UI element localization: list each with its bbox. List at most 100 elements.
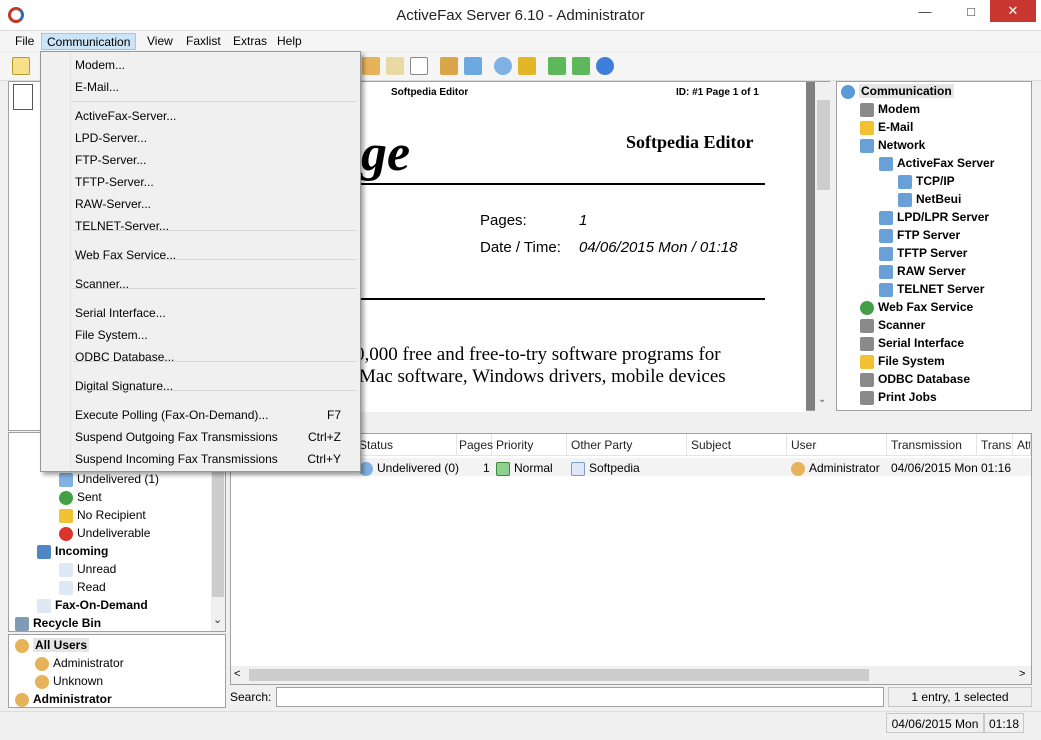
- tree-node-icon: [879, 228, 893, 243]
- menu-item-file-system[interactable]: File System...: [75, 324, 355, 346]
- folder-undeliverable[interactable]: Undeliverable: [59, 524, 150, 542]
- scroll-right-icon[interactable]: >: [1019, 668, 1025, 680]
- tree-item-network[interactable]: Network: [860, 136, 925, 154]
- tree-item-activefax-server[interactable]: ActiveFax Server: [879, 154, 994, 172]
- scroll-thumb[interactable]: [249, 669, 869, 681]
- tree-node-icon: [860, 102, 874, 117]
- menu-view[interactable]: View: [142, 33, 178, 50]
- scroll-thumb[interactable]: [817, 100, 830, 190]
- col-user[interactable]: User: [787, 434, 887, 456]
- book-icon[interactable]: [386, 57, 404, 75]
- key-icon[interactable]: [518, 57, 536, 75]
- menu-communication[interactable]: Communication: [41, 33, 137, 50]
- tree-item-tcp-ip[interactable]: TCP/IP: [898, 172, 955, 190]
- col-status[interactable]: Status: [355, 434, 457, 456]
- tree-item-communication[interactable]: Communication: [841, 82, 954, 100]
- tree-item-tftp-server[interactable]: TFTP Server: [879, 244, 967, 262]
- menu-item-e-mail[interactable]: E-Mail...: [75, 76, 355, 98]
- scroll-down-icon[interactable]: ⌄: [818, 394, 826, 405]
- new-fax-icon[interactable]: [12, 57, 30, 75]
- col-attachments[interactable]: Att: [1013, 434, 1031, 456]
- scroll-left-icon[interactable]: <: [234, 668, 240, 680]
- folder-read[interactable]: Read: [59, 578, 106, 596]
- download-icon[interactable]: [572, 57, 590, 75]
- user-tree-item[interactable]: All Users: [15, 636, 90, 654]
- user-tree: All Users Administrator Unknown Administrat…: [8, 634, 226, 708]
- folder-fax-on-demand[interactable]: Fax-On-Demand: [37, 596, 148, 614]
- menu-item-web-fax-service[interactable]: Web Fax Service...: [75, 244, 355, 266]
- folder-sent[interactable]: Sent: [59, 488, 102, 506]
- menu-item-label: Execute Polling (Fax-On-Demand)...: [75, 408, 269, 422]
- search-input[interactable]: [276, 687, 884, 707]
- menu-item-suspend-incoming-fax-transmissions[interactable]: Suspend Incoming Fax Transmissions Ctrl+Y: [75, 448, 355, 470]
- archive-icon[interactable]: [440, 57, 458, 75]
- folder-undelivered-1[interactable]: Undelivered (1): [59, 470, 159, 488]
- menu-item-scanner[interactable]: Scanner...: [75, 273, 355, 295]
- menu-item-label: Suspend Outgoing Fax Transmissions: [75, 430, 278, 444]
- menu-item-ftp-server[interactable]: FTP-Server...: [75, 149, 355, 171]
- tree-item-odbc-database[interactable]: ODBC Database: [860, 370, 970, 388]
- user-label: Administrator: [53, 656, 124, 670]
- folder-recycle-bin[interactable]: Recycle Bin: [15, 614, 101, 632]
- minimize-button[interactable]: —: [902, 0, 948, 22]
- col-transmission-time[interactable]: Transm: [977, 434, 1013, 456]
- menu-item-modem[interactable]: Modem...: [75, 54, 355, 76]
- menu-faxlist[interactable]: Faxlist: [181, 33, 226, 50]
- col-subject[interactable]: Subject: [687, 434, 787, 456]
- menu-item-lpd-server[interactable]: LPD-Server...: [75, 127, 355, 149]
- menu-item-digital-signature[interactable]: Digital Signature...: [75, 375, 355, 397]
- col-pages[interactable]: Pages: [455, 434, 493, 456]
- tree-item-lpd-lpr-server[interactable]: LPD/LPR Server: [879, 208, 989, 226]
- menu-help[interactable]: Help: [272, 33, 307, 50]
- settings-icon[interactable]: [494, 57, 512, 75]
- tree-item-label: TFTP Server: [897, 246, 968, 260]
- tree-item-file-system[interactable]: File System: [860, 352, 945, 370]
- menu-item-label: Serial Interface...: [75, 306, 166, 320]
- menu-item-suspend-outgoing-fax-transmissions[interactable]: Suspend Outgoing Fax Transmissions Ctrl+Z: [75, 426, 355, 448]
- tree-item-label: Communication: [859, 84, 954, 98]
- tree-item-scanner[interactable]: Scanner: [860, 316, 925, 334]
- document-icon[interactable]: [410, 57, 428, 75]
- tree-item-e-mail[interactable]: E-Mail: [860, 118, 913, 136]
- menu-item-tftp-server[interactable]: TFTP-Server...: [75, 171, 355, 193]
- tree-item-netbeui[interactable]: NetBeui: [898, 190, 961, 208]
- user-tree-item[interactable]: Unknown: [35, 672, 103, 690]
- col-transmission-date[interactable]: Transmission Date: [887, 434, 977, 474]
- status-bar: [0, 711, 1041, 740]
- folder-icon: [37, 544, 51, 559]
- tree-item-telnet-server[interactable]: TELNET Server: [879, 280, 984, 298]
- menu-item-serial-interface[interactable]: Serial Interface...: [75, 302, 355, 324]
- help-icon[interactable]: [596, 57, 614, 75]
- col-priority[interactable]: Priority: [492, 434, 567, 456]
- menu-file[interactable]: File: [10, 33, 39, 50]
- envelope-icon: [571, 461, 585, 476]
- user-tree-item[interactable]: Administrator: [15, 690, 112, 708]
- tree-item-serial-interface[interactable]: Serial Interface: [860, 334, 964, 352]
- maximize-button[interactable]: □: [948, 0, 994, 22]
- page-thumbnail-icon[interactable]: [13, 84, 33, 110]
- copy-icon[interactable]: [464, 57, 482, 75]
- close-button[interactable]: ✕: [990, 0, 1036, 22]
- menu-item-telnet-server[interactable]: TELNET-Server...: [75, 215, 355, 237]
- menu-extras[interactable]: Extras: [228, 33, 272, 50]
- tree-item-modem[interactable]: Modem: [860, 100, 920, 118]
- menu-item-activefax-server[interactable]: ActiveFax-Server...: [75, 105, 355, 127]
- menu-item-execute-polling-fax-on-demand[interactable]: Execute Polling (Fax-On-Demand)... F7: [75, 404, 355, 426]
- folder-no-recipient[interactable]: No Recipient: [59, 506, 146, 524]
- upload-icon[interactable]: [548, 57, 566, 75]
- tree-item-raw-server[interactable]: RAW Server: [879, 262, 966, 280]
- tree-item-ftp-server[interactable]: FTP Server: [879, 226, 960, 244]
- preview-scrollbar[interactable]: ⌄: [815, 82, 832, 412]
- col-other-party[interactable]: Other Party: [567, 434, 687, 456]
- menu-separator: [73, 101, 357, 102]
- folder-incoming[interactable]: Incoming: [37, 542, 108, 560]
- folder-unread[interactable]: Unread: [59, 560, 116, 578]
- tree-item-web-fax-service[interactable]: Web Fax Service: [860, 298, 973, 316]
- menu-item-raw-server[interactable]: RAW-Server...: [75, 193, 355, 215]
- user-tree-item[interactable]: Administrator: [35, 654, 124, 672]
- tree-item-print-jobs[interactable]: Print Jobs: [860, 388, 937, 406]
- menu-item-odbc-database[interactable]: ODBC Database...: [75, 346, 355, 368]
- list-hscrollbar[interactable]: < >: [231, 666, 1031, 684]
- users-icon[interactable]: [362, 57, 380, 75]
- scroll-down-icon[interactable]: ⌄: [213, 613, 222, 626]
